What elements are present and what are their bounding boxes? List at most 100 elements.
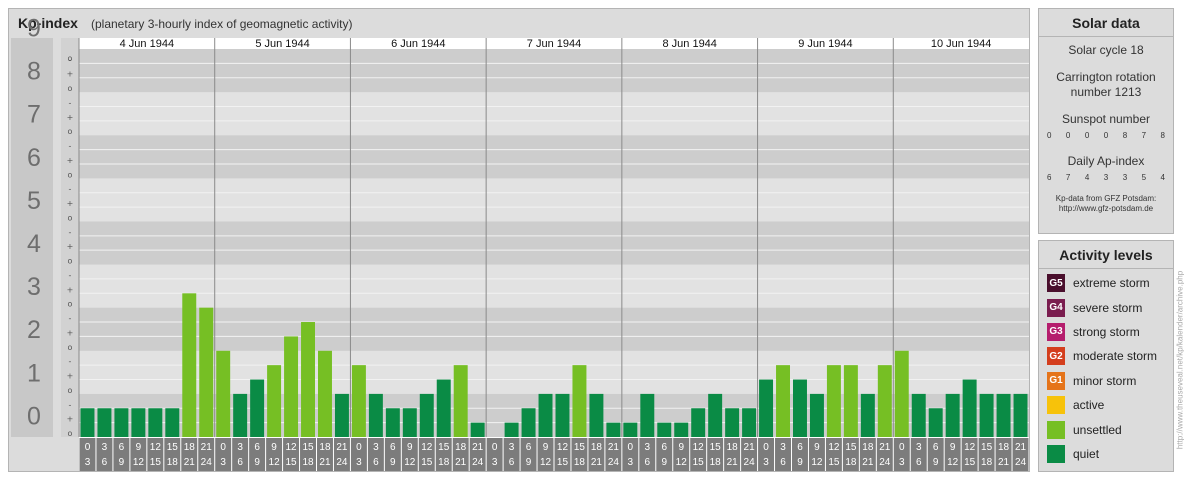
kp-bar xyxy=(911,393,926,437)
kp-bar xyxy=(894,350,909,437)
sunspot-label: Sunspot number xyxy=(1061,112,1151,126)
y-minor-tick-label: + xyxy=(67,285,74,294)
hour-end-label: 12 xyxy=(404,457,416,468)
hour-end-label: 6 xyxy=(373,457,379,468)
hour-end-label: 24 xyxy=(744,457,756,468)
hour-start-label: 3 xyxy=(509,442,515,453)
y-tick-label: 4 xyxy=(27,230,41,258)
hour-end-label: 12 xyxy=(133,457,145,468)
kp-bar xyxy=(979,393,994,437)
y-minor-tick-label: + xyxy=(67,242,74,251)
sunspot-value: 7 xyxy=(1141,131,1147,140)
hour-start-label: 0 xyxy=(763,442,769,453)
hour-start-label: 18 xyxy=(862,442,874,453)
hour-start-label: 21 xyxy=(472,442,484,453)
hour-start-label: 12 xyxy=(828,442,840,453)
kp-bar xyxy=(318,350,332,437)
hour-start-label: 6 xyxy=(526,442,532,453)
y-minor-tick-label: o xyxy=(68,386,73,395)
kp-bar xyxy=(877,365,892,437)
y-tick-label: 8 xyxy=(27,58,41,86)
kp-bar xyxy=(182,293,197,437)
hour-end-label: 6 xyxy=(780,457,786,468)
y-minor-tick-label: o xyxy=(68,429,73,438)
hour-end-label: 24 xyxy=(201,457,213,468)
kp-bar xyxy=(691,408,706,437)
kp-bar xyxy=(402,408,417,437)
hour-end-label: 21 xyxy=(998,457,1010,468)
ap-value: 5 xyxy=(1141,173,1147,182)
kp-band xyxy=(79,178,1029,222)
legend-label: active xyxy=(1073,398,1105,413)
ap-value: 6 xyxy=(1047,173,1052,182)
hour-start-label: 15 xyxy=(167,442,179,453)
y-minor-tick-label: + xyxy=(67,328,74,337)
kp-bar xyxy=(674,422,689,437)
y-minor-tick-label: + xyxy=(67,156,74,165)
hour-start-label: 0 xyxy=(628,442,634,453)
kp-bar xyxy=(453,365,468,437)
hour-start-label: 9 xyxy=(950,442,956,453)
hour-end-label: 9 xyxy=(526,457,532,468)
carrington-rotation: Carrington rotation number 1213 xyxy=(1056,70,1156,99)
kp-bar xyxy=(962,379,977,437)
hour-start-label: 15 xyxy=(574,442,586,453)
kp-bar xyxy=(1013,393,1028,437)
kp-bar xyxy=(521,408,536,437)
hour-end-label: 21 xyxy=(727,457,739,468)
kp-bar xyxy=(793,379,807,437)
hour-start-label: 0 xyxy=(356,442,362,453)
hour-start-label: 21 xyxy=(1015,442,1027,453)
sunspot-value: 0 xyxy=(1084,131,1090,140)
activity-levels-title: Activity levels xyxy=(1039,241,1173,269)
kp-bar xyxy=(148,408,163,437)
hour-end-label: 18 xyxy=(710,457,722,468)
hour-end-label: 24 xyxy=(608,457,620,468)
hour-end-label: 24 xyxy=(336,457,348,468)
hour-end-label: 9 xyxy=(390,457,396,468)
hour-end-label: 3 xyxy=(356,457,362,468)
hour-end-label: 3 xyxy=(899,457,905,468)
hour-end-label: 9 xyxy=(254,457,260,468)
hour-end-label: 21 xyxy=(862,457,874,468)
hour-start-label: 18 xyxy=(184,442,196,453)
y-tick-label: 1 xyxy=(27,359,41,387)
legend-label: extreme storm xyxy=(1073,276,1150,291)
hour-end-label: 18 xyxy=(845,457,857,468)
hour-start-label: 6 xyxy=(661,442,667,453)
kp-bar xyxy=(640,393,655,437)
hour-end-label: 9 xyxy=(933,457,939,468)
day-label: 4 Jun 1944 xyxy=(120,38,174,50)
kp-index-panel: Kp-index (planetary 3-hourly index of ge… xyxy=(8,8,1030,472)
y-tick-label: 0 xyxy=(27,402,41,430)
kp-bar xyxy=(436,379,451,437)
kp-chart: o+-o+-o+-o+-o+-o+-o+-o+-o+-o01234567894 … xyxy=(11,14,1029,471)
hour-end-label: 6 xyxy=(102,457,108,468)
kp-bar xyxy=(538,393,553,437)
hour-start-label: 3 xyxy=(237,442,243,453)
y-minor-tick-label: o xyxy=(68,343,73,352)
hour-start-label: 21 xyxy=(336,442,348,453)
ap-value: 4 xyxy=(1084,173,1090,182)
hour-end-label: 18 xyxy=(302,457,314,468)
kp-bar xyxy=(776,365,790,437)
kp-bar xyxy=(199,307,214,437)
hour-end-label: 15 xyxy=(557,457,569,468)
solar-data-panel: Solar data Solar cycle 18 Carrington rot… xyxy=(1038,8,1174,234)
legend-swatch: G2 xyxy=(1047,347,1065,366)
activity-levels-panel: Activity levels G5 extreme storm G4 severe … xyxy=(1038,240,1174,472)
hour-end-label: 6 xyxy=(509,457,515,468)
hour-end-label: 9 xyxy=(119,457,125,468)
side-url: http://www.theuseveal.net/kp/kalender/ar… xyxy=(1176,250,1184,470)
hour-start-label: 15 xyxy=(302,442,314,453)
y-tick-label: 7 xyxy=(27,101,41,129)
hour-start-label: 18 xyxy=(455,442,467,453)
y-minor-tick-label: o xyxy=(68,170,73,179)
kp-band xyxy=(79,92,1029,136)
kp-bar xyxy=(216,350,231,437)
source-link[interactable]: http://www.gfz-potsdam.de xyxy=(1039,204,1173,214)
kp-bar xyxy=(80,408,95,437)
legend-item: quiet xyxy=(1039,442,1173,466)
hour-start-label: 9 xyxy=(136,442,142,453)
hour-end-label: 18 xyxy=(438,457,450,468)
